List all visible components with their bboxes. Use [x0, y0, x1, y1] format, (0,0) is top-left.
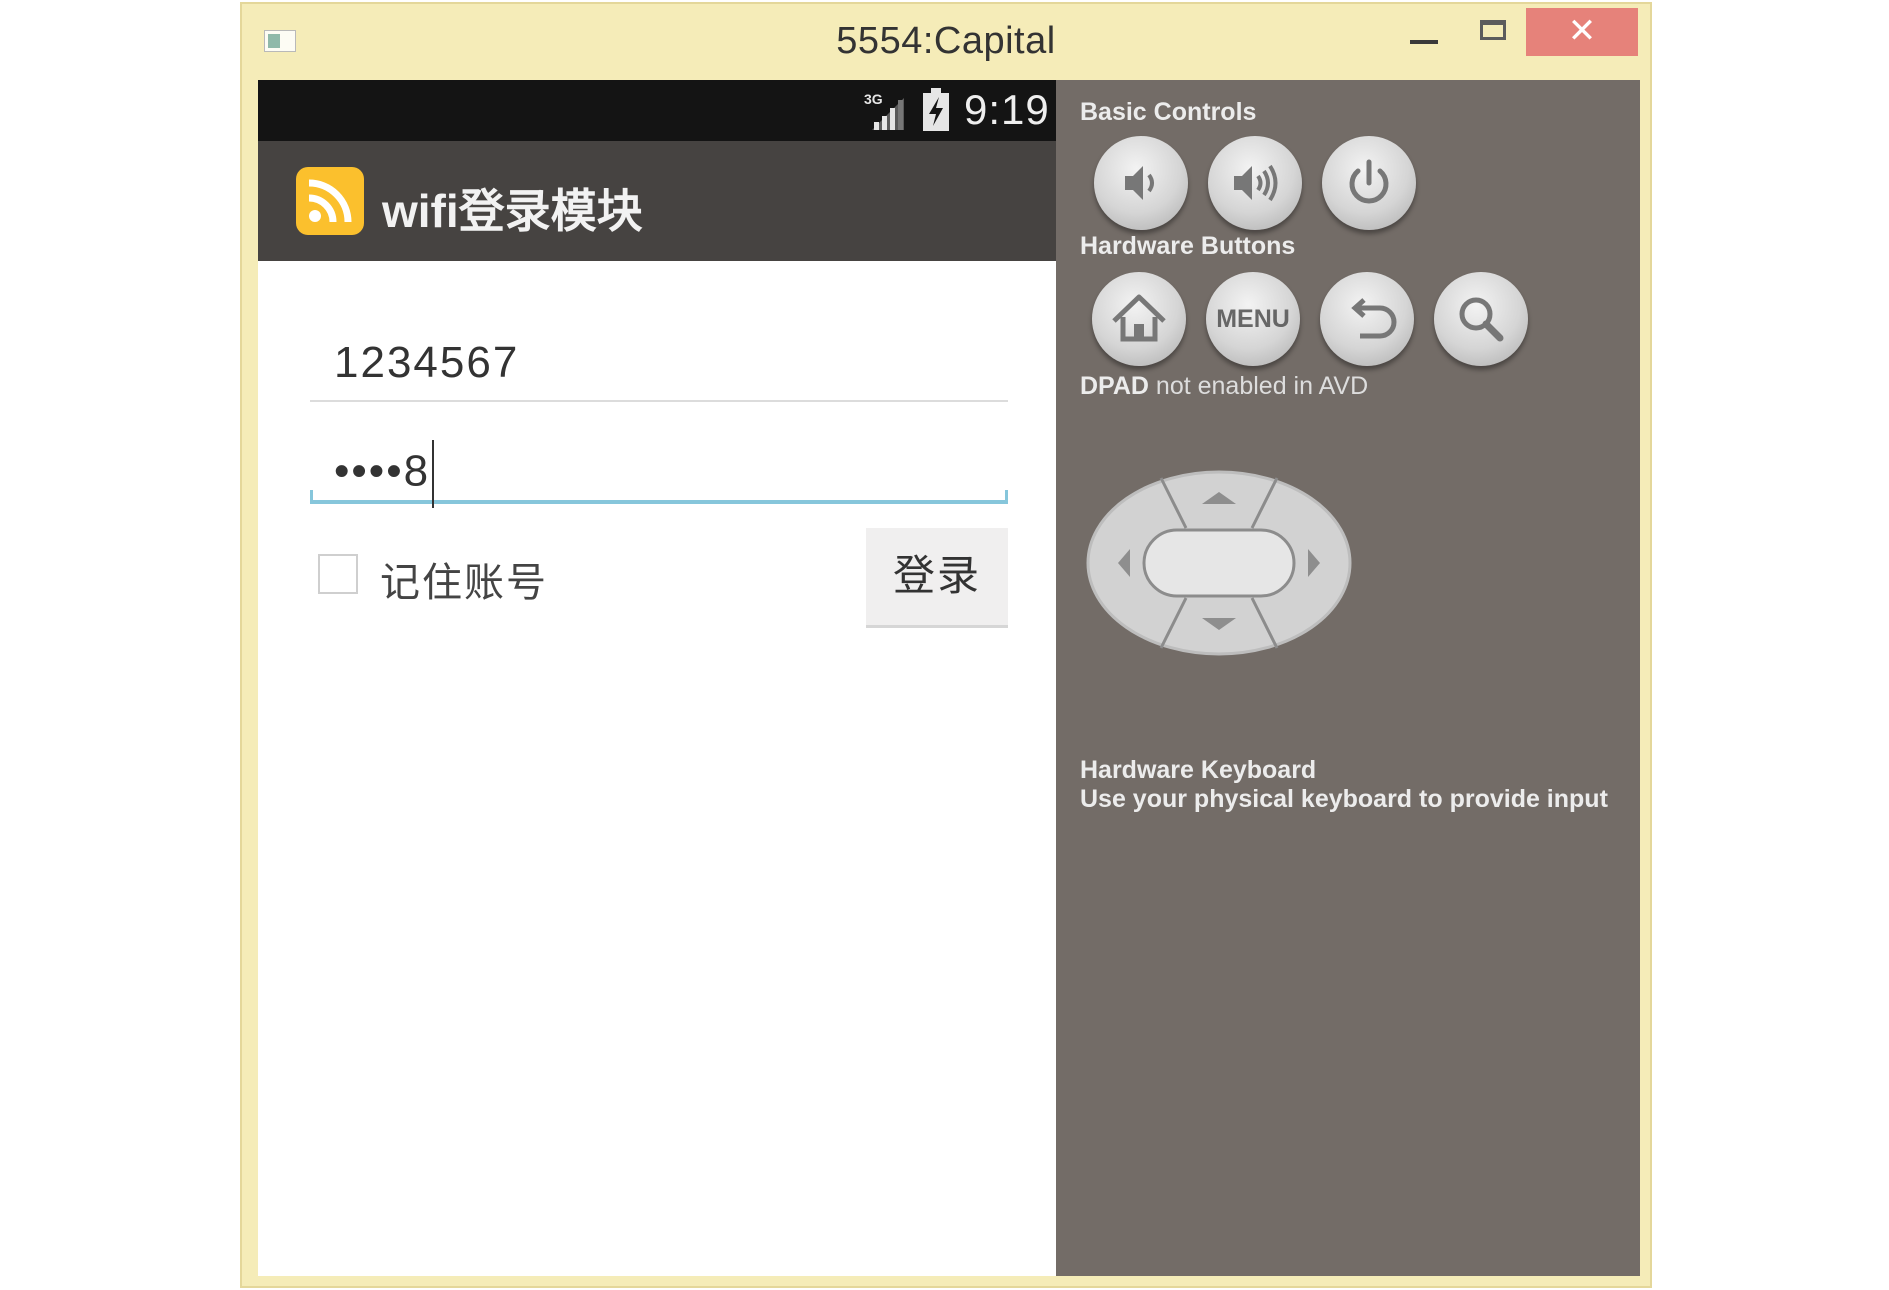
username-value: 1234567 [334, 338, 520, 387]
search-icon [1459, 297, 1504, 342]
power-button[interactable] [1322, 136, 1416, 230]
signal-icon: 3G [864, 91, 904, 130]
device-screen: 3G 9:19 wifi登录模块 1234567 ••••8 记住账号 登录 [258, 80, 1056, 1276]
menu-button[interactable]: MENU [1206, 272, 1300, 366]
close-button[interactable]: ✕ [1526, 8, 1638, 56]
username-field[interactable]: 1234567 [310, 320, 1008, 402]
basic-controls-label: Basic Controls [1080, 98, 1257, 126]
hardware-buttons-label: Hardware Buttons [1080, 232, 1296, 260]
back-button[interactable] [1320, 272, 1414, 366]
title-bar[interactable]: 5554:Capital ✕ [242, 4, 1650, 78]
volume-up-button[interactable] [1208, 136, 1302, 230]
hardware-keyboard-title: Hardware Keyboard [1080, 756, 1317, 784]
password-value: ••••8 [334, 446, 431, 496]
emulator-window: 5554:Capital ✕ 3G 9:19 wifi登录模块 1234567 … [240, 2, 1652, 1288]
volume-down-icon [1125, 166, 1154, 200]
home-button[interactable] [1092, 272, 1186, 366]
hardware-keyboard-description: Use your physical keyboard to provide in… [1080, 785, 1608, 813]
dpad-control [1086, 470, 1352, 656]
network-type-label: 3G [864, 91, 883, 107]
remember-account-checkbox[interactable] [318, 554, 358, 594]
status-bar: 3G 9:19 [258, 80, 1056, 141]
dpad-label: DPAD not enabled in AVD [1080, 372, 1369, 400]
home-icon [1112, 294, 1166, 342]
password-field[interactable]: ••••8 [310, 422, 1008, 508]
minimize-button[interactable] [1390, 4, 1450, 56]
action-bar: wifi登录模块 [258, 141, 1056, 261]
volume-down-button[interactable] [1094, 136, 1188, 230]
text-cursor [432, 440, 435, 508]
login-button[interactable]: 登录 [866, 528, 1008, 628]
remember-account-label[interactable]: 记住账号 [380, 550, 548, 608]
search-button[interactable] [1434, 272, 1528, 366]
back-icon [1351, 298, 1397, 339]
status-clock: 9:19 [964, 86, 1050, 133]
app-title: wifi登录模块 [382, 185, 643, 237]
volume-up-icon [1234, 164, 1278, 202]
power-icon [1349, 159, 1389, 204]
battery-icon [923, 88, 949, 131]
emulator-controls-panel: Basic Controls Hardware Buttons MENU DPA… [1056, 80, 1640, 1276]
menu-label: MENU [1216, 305, 1290, 333]
rss-icon [296, 167, 364, 235]
maximize-button[interactable] [1464, 4, 1524, 56]
